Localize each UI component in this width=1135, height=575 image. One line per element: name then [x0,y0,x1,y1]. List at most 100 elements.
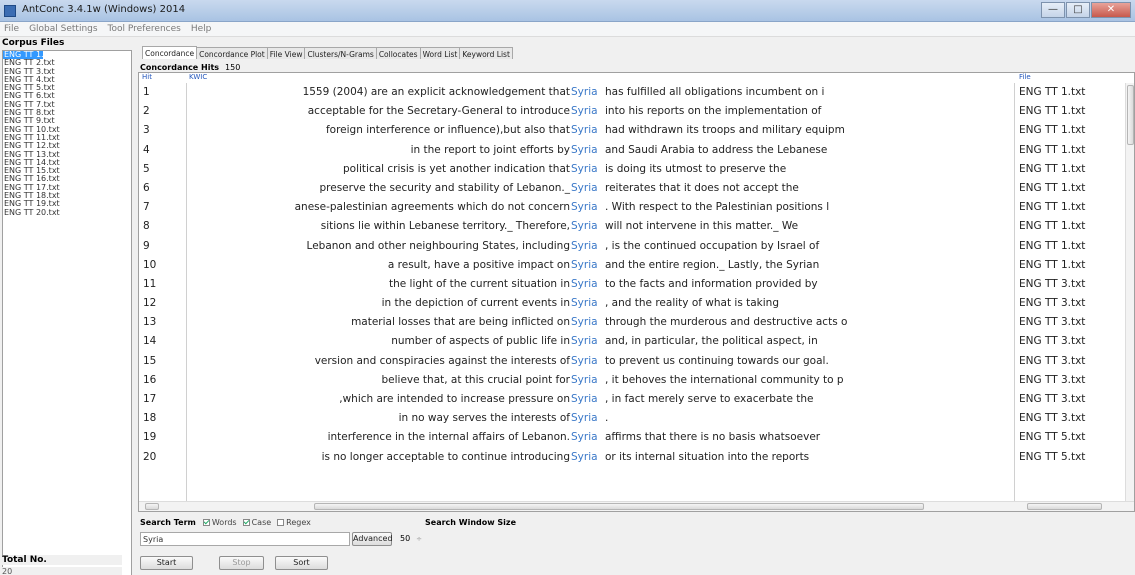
concordance-row[interactable]: 2 acceptable for the Secretary-General to… [139,102,1134,121]
hit-file-name[interactable]: ENG TT 1.txt [1019,179,1085,198]
concordance-row[interactable]: 20 is no longer acceptable to continue in… [139,448,1134,467]
keyword-hit[interactable]: Syria [571,217,601,236]
right-context: is doing its utmost to preserve the [605,162,787,175]
vertical-scrollbar[interactable] [1125,83,1134,501]
keyword-hit[interactable]: Syria [571,294,601,313]
column-header-hit[interactable]: Hit [142,73,152,83]
advanced-button[interactable]: Advanced [352,532,393,546]
concordance-row[interactable]: 15 version and conspiracies against the i… [139,352,1134,371]
corpus-file-item[interactable]: ENG TT 20.txt [3,208,131,217]
hit-file-name[interactable]: ENG TT 1.txt [1019,160,1085,179]
window-size-stepper-icon[interactable]: ÷ [414,534,424,544]
keyword-hit[interactable]: Syria [571,141,601,160]
menu-file[interactable]: File [0,22,25,36]
regex-checkbox[interactable] [277,519,285,526]
concordance-row[interactable]: 5 political crisis is yet another indicat… [139,160,1134,179]
keyword-hit[interactable]: Syria [571,428,601,447]
tab-collocates[interactable]: Collocates [375,47,421,59]
hit-file-name[interactable]: ENG TT 3.txt [1019,313,1085,332]
sort-button[interactable]: Sort [275,556,328,570]
hit-file-name[interactable]: ENG TT 3.txt [1019,371,1085,390]
hit-file-name[interactable]: ENG TT 3.txt [1019,352,1085,371]
concordance-row[interactable]: 10 a result, have a positive impact on Syr… [139,256,1134,275]
tab-concordance[interactable]: Concordance [142,46,198,59]
case-checkbox[interactable] [242,519,250,526]
tab-keyword-list[interactable]: Keyword List [459,47,513,59]
hit-scroll-thumb[interactable] [145,503,159,510]
hit-file-name[interactable]: ENG TT 5.txt [1019,448,1085,467]
hit-file-name[interactable]: ENG TT 5.txt [1019,428,1085,447]
keyword-hit[interactable]: Syria [571,102,601,121]
keyword-hit[interactable]: Syria [571,121,601,140]
horizontal-scrollbar[interactable] [139,501,1134,511]
hit-file-name[interactable]: ENG TT 3.txt [1019,332,1085,351]
concordance-row[interactable]: 12 in the depiction of current events in S… [139,294,1134,313]
hit-file-name[interactable]: ENG TT 1.txt [1019,217,1085,236]
concordance-row[interactable]: 9 Lebanon and other neighbouring States, … [139,237,1134,256]
tab-word-list[interactable]: Word List [419,47,461,59]
title-bar: AntConc 3.4.1w (Windows) 2014 — □ ✕ [0,0,1135,22]
vertical-scrollbar-thumb[interactable] [1127,85,1134,145]
concordance-row[interactable]: 8 sitions lie within Lebanese territory._… [139,217,1134,236]
concordance-row[interactable]: 13 material losses that are being inflict… [139,313,1134,332]
keyword-hit[interactable]: Syria [571,237,601,256]
keyword-hit[interactable]: Syria [571,160,601,179]
concordance-results[interactable]: Hit KWIC File 1 1559 (2004) are an explic… [138,72,1135,512]
concordance-row[interactable]: 4 in the report to joint efforts by Syria a… [139,141,1134,160]
hit-file-name[interactable]: ENG TT 1.txt [1019,256,1085,275]
left-context: number of aspects of public life in [391,335,570,348]
hit-file-name[interactable]: ENG TT 3.txt [1019,275,1085,294]
close-button[interactable]: ✕ [1091,2,1131,18]
keyword-hit[interactable]: Syria [571,313,601,332]
hit-file-name[interactable]: ENG TT 1.txt [1019,141,1085,160]
keyword-hit[interactable]: Syria [571,83,601,102]
menu-tool-preferences[interactable]: Tool Preferences [104,22,187,36]
file-scroll-thumb[interactable] [1027,503,1102,510]
keyword-hit[interactable]: Syria [571,275,601,294]
tab-concordance-plot[interactable]: Concordance Plot [196,47,268,59]
left-context: is no longer acceptable to continue intr… [321,450,570,463]
keyword-hit[interactable]: Syria [571,371,601,390]
menu-global-settings[interactable]: Global Settings [25,22,103,36]
start-button[interactable]: Start [140,556,193,570]
hit-file-name[interactable]: ENG TT 1.txt [1019,121,1085,140]
concordance-row[interactable]: 6 preserve the security and stability of … [139,179,1134,198]
hit-file-name[interactable]: ENG TT 3.txt [1019,409,1085,428]
keyword-hit[interactable]: Syria [571,409,601,428]
concordance-row[interactable]: 7 anese-palestinian agreements which do n… [139,198,1134,217]
concordance-row[interactable]: 17 ,which are intended to increase pressu… [139,390,1134,409]
keyword-hit[interactable]: Syria [571,390,601,409]
maximize-button[interactable]: □ [1066,2,1090,18]
tab-file-view[interactable]: File View [266,47,306,59]
keyword-hit[interactable]: Syria [571,198,601,217]
concordance-row[interactable]: 18 in no way serves the interests of Syria… [139,409,1134,428]
menu-help[interactable]: Help [187,22,218,36]
words-checkbox[interactable] [202,519,210,526]
column-header-kwic[interactable]: KWIC [189,73,207,83]
keyword-hit[interactable]: Syria [571,448,601,467]
concordance-row[interactable]: 14 number of aspects of public life in Syr… [139,332,1134,351]
hit-file-name[interactable]: ENG TT 1.txt [1019,83,1085,102]
hit-file-name[interactable]: ENG TT 3.txt [1019,294,1085,313]
keyword-hit[interactable]: Syria [571,352,601,371]
tab-clusters-n-grams[interactable]: Clusters/N-Grams [304,47,377,59]
concordance-row[interactable]: 3 foreign interference or influence),but … [139,121,1134,140]
search-window-size-value[interactable]: 50 [400,534,410,543]
column-header-file[interactable]: File [1019,73,1031,83]
kwic-scroll-thumb[interactable] [314,503,924,510]
hit-file-name[interactable]: ENG TT 1.txt [1019,237,1085,256]
hit-file-name[interactable]: ENG TT 3.txt [1019,390,1085,409]
search-term-input[interactable]: Syria [140,532,350,546]
keyword-hit[interactable]: Syria [571,179,601,198]
concordance-row[interactable]: 1 1559 (2004) are an explicit acknowledge… [139,83,1134,102]
keyword-hit[interactable]: Syria [571,256,601,275]
corpus-file-list[interactable]: ENG TT 1.txt ENG TT 2.txt ENG TT 3.txt ENG … [2,50,132,575]
hit-file-name[interactable]: ENG TT 1.txt [1019,102,1085,121]
minimize-button[interactable]: — [1041,2,1065,18]
concordance-row[interactable]: 19 interference in the internal affairs o… [139,428,1134,447]
keyword-hit[interactable]: Syria [571,332,601,351]
concordance-row[interactable]: 16 believe that, at this crucial point fo… [139,371,1134,390]
concordance-row[interactable]: 11 the light of the current situation in S… [139,275,1134,294]
hit-file-name[interactable]: ENG TT 1.txt [1019,198,1085,217]
stop-button[interactable]: Stop [219,556,264,570]
